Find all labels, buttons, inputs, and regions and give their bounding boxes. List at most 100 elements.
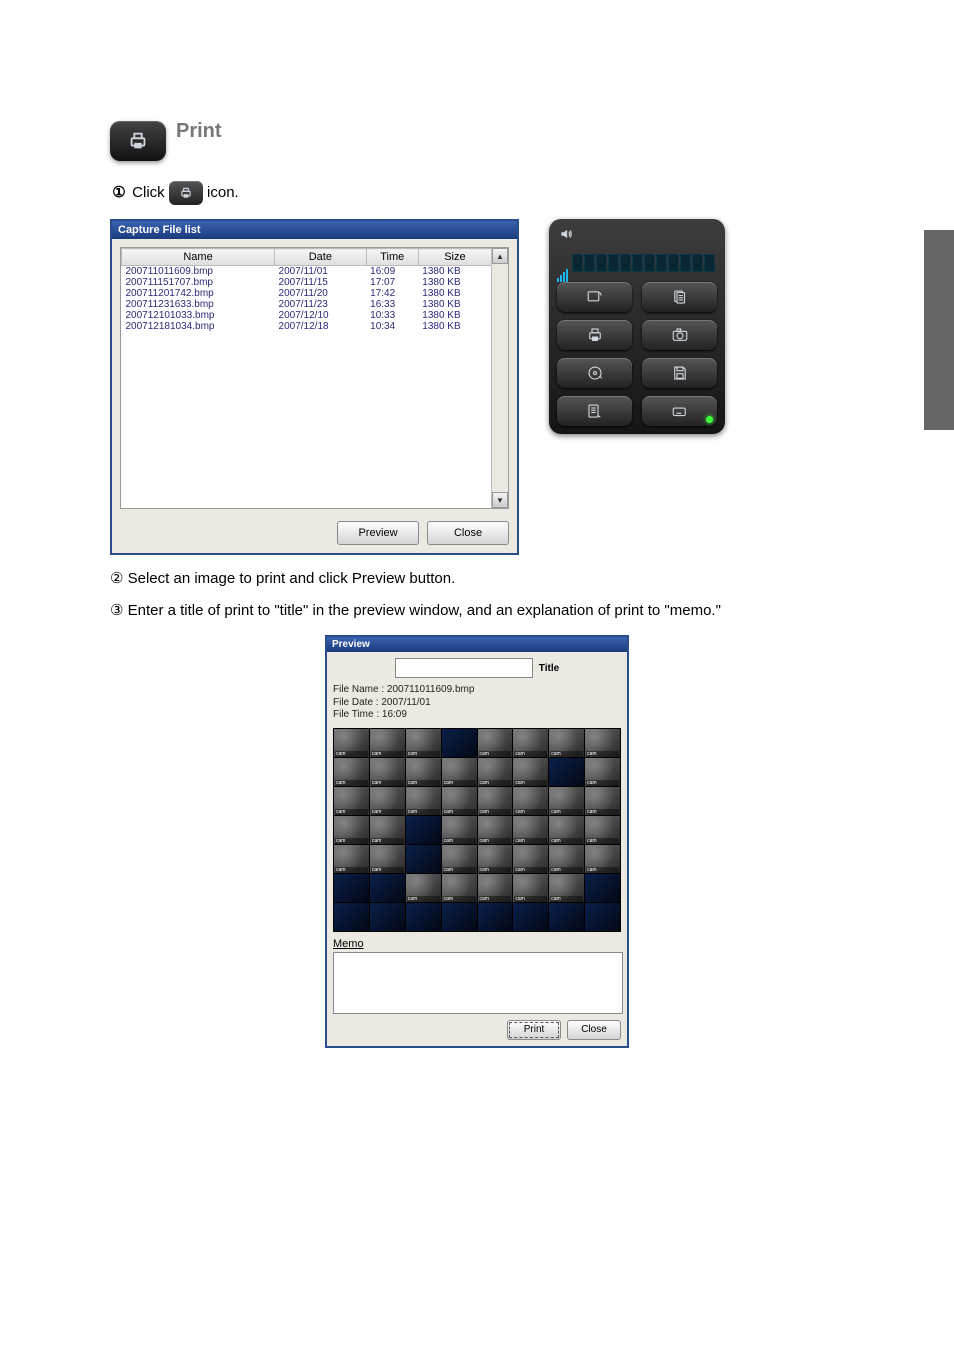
thumb: cam	[513, 874, 548, 902]
thumb: cam	[478, 845, 513, 873]
table-row[interactable]: 200712101033.bmp 2007/12/10 10:33 1380 K…	[122, 310, 492, 321]
page-side-tab	[924, 230, 954, 430]
title-input[interactable]	[395, 658, 533, 678]
thumb: cam	[585, 845, 620, 873]
volume-slider[interactable]	[572, 254, 715, 272]
preview-window-title: Preview	[327, 637, 627, 652]
thumb: cam	[406, 729, 441, 757]
thumb: cam	[585, 816, 620, 844]
thumb	[513, 903, 548, 931]
preview-window: Preview Title File Name : 200711011609.b…	[325, 635, 629, 1048]
logs-button[interactable]	[557, 396, 632, 426]
camera-button[interactable]	[642, 320, 717, 350]
table-row[interactable]: 200711201742.bmp 2007/11/20 17:42 1380 K…	[122, 288, 492, 299]
col-time[interactable]: Time	[366, 249, 418, 266]
thumbnail-grid: cam cam cam cam cam cam cam cam cam cam …	[333, 728, 621, 932]
keyboard-info-button[interactable]	[642, 396, 717, 426]
speaker-icon[interactable]	[557, 227, 575, 246]
title-label: Title	[539, 663, 559, 674]
thumb	[334, 903, 369, 931]
step-1: ① Click icon.	[110, 181, 844, 205]
thumb: cam	[406, 787, 441, 815]
thumb: cam	[478, 729, 513, 757]
save-button[interactable]	[642, 358, 717, 388]
thumb: cam	[513, 729, 548, 757]
print-button[interactable]	[557, 320, 632, 350]
thumb: cam	[370, 787, 405, 815]
thumb	[406, 845, 441, 873]
step-3: ③ Enter a title of print to "title" in t…	[110, 601, 844, 619]
thumb: cam	[370, 729, 405, 757]
control-panel	[549, 219, 725, 434]
thumb: cam	[549, 845, 584, 873]
thumb: cam	[585, 729, 620, 757]
thumb: cam	[478, 816, 513, 844]
thumb: cam	[442, 787, 477, 815]
thumb: cam	[334, 787, 369, 815]
thumb	[370, 903, 405, 931]
thumb: cam	[513, 787, 548, 815]
thumb: cam	[585, 787, 620, 815]
thumb: cam	[334, 816, 369, 844]
thumb: cam	[549, 729, 584, 757]
thumb	[406, 816, 441, 844]
thumb: cam	[585, 758, 620, 786]
thumb: cam	[442, 816, 477, 844]
close-preview-button[interactable]: Close	[567, 1020, 621, 1040]
col-date[interactable]: Date	[275, 249, 367, 266]
thumb	[442, 903, 477, 931]
thumb: cam	[334, 758, 369, 786]
print-icon-large	[110, 121, 166, 161]
thumb: cam	[334, 729, 369, 757]
thumb: cam	[549, 874, 584, 902]
preview-button[interactable]: Preview	[337, 521, 419, 545]
thumb	[585, 874, 620, 902]
file-table: Name Date Time Size 200711011609.bmp 200…	[121, 248, 492, 332]
table-row[interactable]: 200712181034.bmp 2007/12/18 10:34 1380 K…	[122, 321, 492, 332]
section-title: Print	[176, 120, 222, 143]
keypad-button[interactable]	[557, 282, 632, 312]
window-title: Capture File list	[112, 221, 517, 239]
thumb	[478, 903, 513, 931]
thumb: cam	[478, 874, 513, 902]
thumb: cam	[513, 845, 548, 873]
thumb: cam	[370, 816, 405, 844]
thumb: cam	[549, 816, 584, 844]
table-row[interactable]: 200711231633.bmp 2007/11/23 16:33 1380 K…	[122, 299, 492, 310]
thumb	[549, 903, 584, 931]
memo-label: Memo	[333, 938, 621, 950]
thumb: cam	[513, 758, 548, 786]
scroll-up-icon[interactable]: ▲	[492, 248, 508, 264]
scrollbar[interactable]: ▲ ▼	[491, 248, 508, 508]
thumb	[585, 903, 620, 931]
table-row[interactable]: 200711151707.bmp 2007/11/15 17:07 1380 K…	[122, 277, 492, 288]
step-2: ② Select an image to print and click Pre…	[110, 569, 844, 587]
close-button[interactable]: Close	[427, 521, 509, 545]
file-meta: File Name : 200711011609.bmp File Date :…	[333, 684, 621, 722]
info-indicator-icon	[706, 416, 713, 423]
thumb: cam	[442, 874, 477, 902]
thumb: cam	[442, 845, 477, 873]
col-name[interactable]: Name	[122, 249, 275, 266]
col-size[interactable]: Size	[418, 249, 491, 266]
memo-input[interactable]	[333, 952, 623, 1014]
level-meter-icon	[557, 268, 568, 282]
thumb	[442, 729, 477, 757]
thumb: cam	[513, 816, 548, 844]
thumb: cam	[370, 845, 405, 873]
scroll-down-icon[interactable]: ▼	[492, 492, 508, 508]
thumb	[370, 874, 405, 902]
thumb	[406, 903, 441, 931]
thumb: cam	[549, 787, 584, 815]
capture-file-list-window: Capture File list Name Date Time Size	[110, 219, 519, 555]
thumb: cam	[442, 758, 477, 786]
print-dialog-button[interactable]: Print	[507, 1020, 561, 1040]
disc-button[interactable]	[557, 358, 632, 388]
thumb: cam	[406, 874, 441, 902]
thumb: cam	[334, 845, 369, 873]
thumb: cam	[478, 758, 513, 786]
thumb: cam	[406, 758, 441, 786]
thumb	[334, 874, 369, 902]
table-row[interactable]: 200711011609.bmp 2007/11/01 16:09 1380 K…	[122, 266, 492, 278]
filelist-button[interactable]	[642, 282, 717, 312]
